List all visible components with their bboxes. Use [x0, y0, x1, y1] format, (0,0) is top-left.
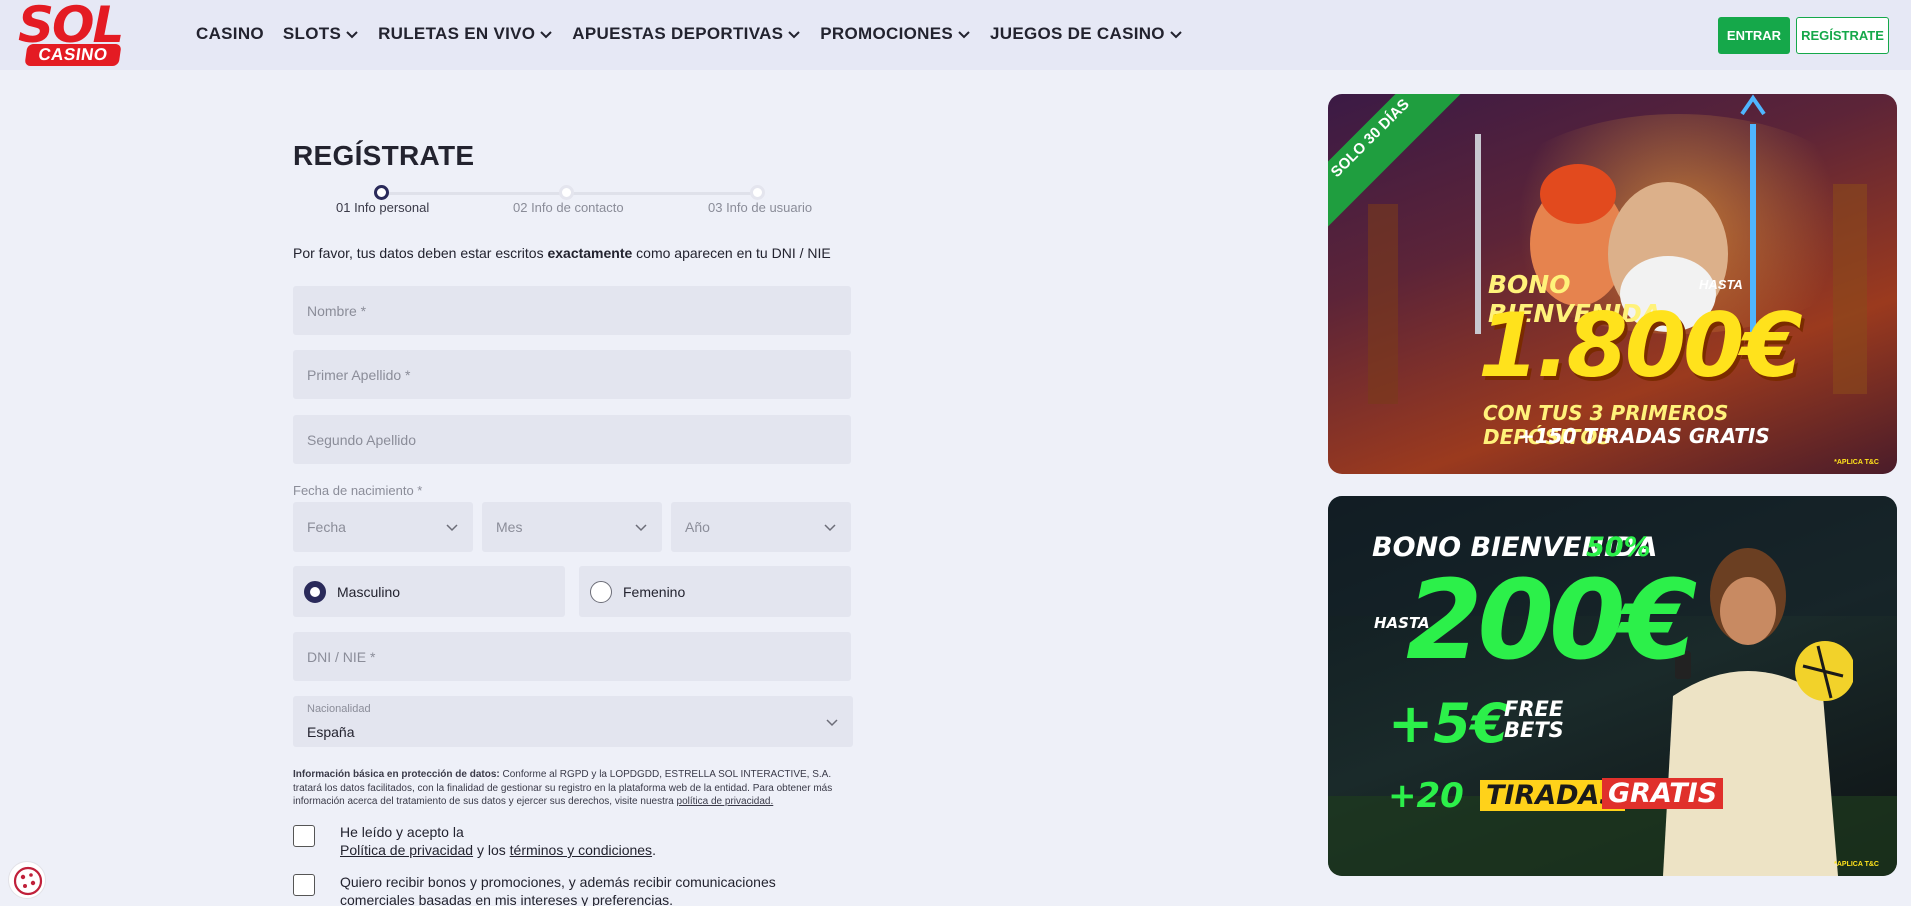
banner2-bets: BETS — [1504, 718, 1564, 742]
chevron-down-icon — [824, 524, 836, 532]
privacy-notice: Información básica en protección de dato… — [293, 768, 851, 809]
cookie-icon — [13, 866, 43, 896]
accept-terms-end: . — [652, 842, 656, 858]
nationality-label: Nacionalidad — [307, 703, 371, 715]
register-button[interactable]: REGÍSTRATE — [1796, 17, 1889, 54]
chevron-down-icon — [346, 31, 358, 39]
marketing-text: Quiero recibir bonos y promociones, y ad… — [340, 874, 776, 906]
accept-terms-label: He leído y acepto la — [340, 824, 464, 840]
nav-item-apuestas[interactable]: APUESTAS DEPORTIVAS — [572, 24, 801, 44]
banner1-terms: *APLICA T&C — [1834, 459, 1879, 466]
logo-text-casino: CASINO — [24, 44, 122, 66]
privacy-notice-title: Información básica en protección de dato… — [293, 769, 500, 780]
nav-label: RULETAS EN VIVO — [378, 24, 536, 43]
birth-day-select[interactable]: Fecha — [293, 502, 473, 552]
banner1-amount: 1.800€ — [1478, 294, 1803, 397]
nav-item-juegos[interactable]: JUEGOS DE CASINO — [990, 24, 1183, 44]
login-button[interactable]: ENTRAR — [1718, 17, 1790, 54]
nav-item-casino[interactable]: CASINO — [196, 24, 264, 44]
nav-label: APUESTAS DEPORTIVAS — [572, 24, 784, 43]
intro-emphasis: exactamente — [547, 245, 633, 261]
intro-text-end: como aparecen en tu DNI / NIE — [632, 245, 831, 261]
page-title: REGÍSTRATE — [293, 140, 475, 171]
nav-item-slots[interactable]: SLOTS — [283, 24, 359, 44]
chevron-down-icon — [540, 31, 553, 39]
promo-banner-casino[interactable]: SOLO 30 DÍAS BONO BIENVENIDA HASTA 1.800… — [1328, 94, 1897, 474]
chevron-down-icon — [635, 524, 647, 532]
birth-year-select[interactable]: Año — [671, 502, 851, 552]
intro-text: Por favor, tus datos deben estar escrito… — [293, 245, 548, 261]
chevron-down-icon — [958, 31, 970, 39]
nombre-placeholder: Nombre * — [307, 302, 367, 319]
gender-male-label: Masculino — [337, 583, 401, 600]
step-label-1: 01 Info personal — [336, 200, 430, 215]
chevron-down-icon — [1170, 31, 1182, 39]
promo-banner-sports[interactable]: BONO BIENVENIDA 50% HASTA 200€ +5€ FREE B… — [1328, 496, 1897, 876]
primer-apellido-placeholder: Primer Apellido * — [307, 366, 411, 383]
gender-male-option[interactable]: Masculino — [293, 566, 565, 617]
birth-month-value: Mes — [496, 519, 523, 535]
gender-female-option[interactable]: Femenino — [579, 566, 851, 617]
nationality-select[interactable]: Nacionalidad España — [293, 696, 853, 747]
segundo-apellido-placeholder: Segundo Apellido — [307, 431, 416, 448]
nationality-value: España — [307, 724, 355, 740]
nav-label: JUEGOS DE CASINO — [990, 24, 1165, 43]
banner2-terms: *APLICA T&C — [1834, 861, 1879, 868]
banner2-gratis: GRATIS — [1602, 778, 1724, 809]
birth-month-select[interactable]: Mes — [482, 502, 662, 552]
birth-day-value: Fecha — [307, 519, 346, 535]
terms-link[interactable]: términos y condiciones — [510, 842, 652, 858]
accept-terms-mid: y los — [473, 842, 510, 858]
banner2-spins-count: +20 — [1388, 776, 1464, 816]
accept-terms-text: He leído y acepto la Política de privacid… — [340, 823, 840, 859]
top-navbar: SOL CASINO CASINO SLOTS RULETAS EN VIVO … — [0, 0, 1911, 70]
main-nav: CASINO SLOTS RULETAS EN VIVO APUESTAS DE… — [196, 24, 1202, 44]
radio-unselected-icon — [590, 580, 612, 603]
banner2-free-bet-amount: +5€ — [1388, 692, 1509, 755]
sol-casino-logo[interactable]: SOL CASINO — [18, 0, 126, 68]
cookie-settings-button[interactable] — [8, 861, 46, 899]
birth-date-label: Fecha de nacimiento * — [293, 483, 423, 498]
nav-item-promociones[interactable]: PROMOCIONES — [820, 24, 971, 44]
birth-year-value: Año — [685, 519, 710, 535]
chevron-down-icon — [826, 718, 838, 726]
nav-item-ruletas[interactable]: RULETAS EN VIVO — [378, 24, 553, 44]
radio-selected-icon — [304, 580, 326, 603]
step-indicator-1 — [374, 185, 389, 200]
privacy-link[interactable]: Política de privacidad — [340, 842, 473, 858]
primer-apellido-field[interactable]: Primer Apellido * — [293, 350, 851, 399]
step-label-2: 02 Info de contacto — [513, 200, 624, 215]
chevron-down-icon — [446, 524, 458, 532]
nav-label: CASINO — [196, 24, 264, 43]
privacy-policy-link[interactable]: política de privacidad. — [677, 796, 774, 807]
banner2-amount: 200€ — [1406, 556, 1697, 684]
chevron-down-icon — [788, 31, 801, 39]
gender-female-label: Femenino — [623, 583, 686, 600]
step-label-3: 03 Info de usuario — [708, 200, 813, 215]
nombre-field[interactable]: Nombre * — [293, 286, 851, 335]
nav-label: SLOTS — [282, 24, 342, 43]
banner1-hasta: HASTA — [1699, 277, 1743, 292]
nav-label: PROMOCIONES — [820, 24, 953, 43]
step-indicator-3 — [750, 185, 765, 200]
step-indicator-2 — [559, 185, 574, 200]
banner2-free-bets: FREE BETS — [1504, 699, 1564, 741]
banner1-spins: +150 TIRADAS GRATIS — [1518, 424, 1770, 448]
segundo-apellido-field[interactable]: Segundo Apellido — [293, 415, 851, 464]
dni-placeholder: DNI / NIE * — [307, 648, 376, 665]
form-intro: Por favor, tus datos deben estar escrito… — [293, 245, 831, 261]
accept-terms-checkbox[interactable] — [293, 825, 315, 847]
dni-field[interactable]: DNI / NIE * — [293, 632, 851, 681]
marketing-checkbox[interactable] — [293, 874, 315, 896]
